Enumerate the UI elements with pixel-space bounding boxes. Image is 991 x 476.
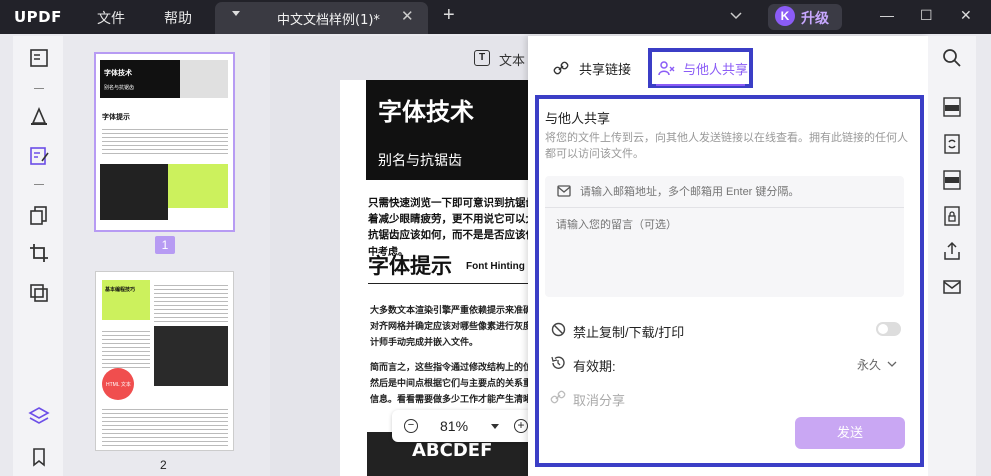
page-thumbnail-2[interactable]: 基本编程技巧 HTML 文本 [95, 271, 234, 451]
thumb-heading: 字体提示 [102, 114, 130, 121]
title-bar [0, 0, 991, 34]
expiry-label: 有效期: [573, 359, 616, 374]
text-tool-label[interactable]: 文本 [499, 50, 525, 69]
doc-section-heading: 字体提示 [368, 254, 452, 278]
protect-icon[interactable] [941, 205, 963, 227]
page-number: 2 [160, 458, 167, 472]
doc-divider [368, 283, 540, 284]
reader-icon[interactable] [28, 47, 50, 69]
history-icon [551, 356, 565, 369]
doc-subheading: 别名与抗锯齿 [378, 153, 462, 169]
doc-text-line: 大多数文本渲染引擎严重依赖提示来准确确定 [370, 306, 551, 316]
thumb-photo [100, 164, 168, 220]
doc-paragraph-line: 抗锯齿应该如何，而不是是否应该使用 [368, 229, 547, 241]
app-logo: UPDF [14, 8, 62, 26]
doc-paragraph-line: 只需快速浏览一下即可意识到抗锯齿有 [368, 197, 547, 209]
organize-pages-icon[interactable] [28, 204, 50, 226]
share-user-icon [658, 61, 675, 76]
upgrade-label: 升级 [801, 10, 829, 26]
chevron-down-icon[interactable] [729, 9, 743, 23]
doc-text-line: 然后是中间点根据它们与主要点的关系重新定 [370, 379, 551, 389]
convert-icon[interactable] [941, 133, 963, 155]
input-divider [545, 207, 904, 208]
doc-heading: 字体技术 [378, 98, 474, 126]
thumb-text-lines [102, 126, 228, 156]
edit-pdf-icon[interactable] [28, 145, 50, 167]
thumb-title-block [100, 60, 180, 98]
zoom-out-icon[interactable]: − [404, 419, 418, 433]
unlink-icon [550, 390, 566, 404]
toolbar-divider [34, 88, 44, 89]
maximize-icon[interactable]: ☐ [920, 7, 933, 24]
expiry-select[interactable]: 永久 [857, 356, 881, 373]
tab-title: 中文文档样例(1)* [277, 13, 380, 28]
highlighter-icon[interactable] [28, 105, 50, 127]
tab-share-with-others-label: 与他人共享 [683, 62, 749, 77]
tab-dropdown-icon[interactable] [232, 11, 240, 16]
minimize-icon[interactable]: — [880, 7, 894, 23]
tab-close-icon[interactable]: ✕ [401, 7, 414, 25]
zoom-level[interactable]: 81% [440, 418, 468, 434]
thumb-subtitle: 别名与抗锯齿 [104, 85, 135, 91]
thumb-image [180, 60, 228, 98]
message-input[interactable] [556, 219, 886, 231]
send-button[interactable]: 发送 [795, 417, 905, 449]
crop-icon[interactable] [28, 242, 50, 264]
share-icon[interactable] [941, 240, 963, 262]
mail-icon [557, 185, 571, 197]
window-close-icon[interactable]: ✕ [960, 7, 972, 24]
page-thumbnail-1[interactable]: 字体技术 别名与抗锯齿 字体提示 [94, 52, 235, 232]
thumb-photo [154, 326, 228, 386]
zoom-dropdown-icon[interactable] [491, 424, 499, 429]
new-tab-icon[interactable]: + [443, 4, 455, 27]
email-icon[interactable] [941, 276, 963, 298]
share-description: 将您的文件上传到云，向其他人发送链接以在线查看。拥有此链接的任何人都可以访问该文… [545, 132, 908, 160]
cancel-share-button[interactable]: 取消分享 [573, 390, 625, 409]
doc-photo-text: ABCDEF [412, 440, 493, 461]
zoom-in-icon[interactable]: + [514, 419, 528, 433]
layers-icon[interactable] [28, 405, 50, 427]
avatar[interactable]: K [775, 6, 795, 26]
thumb-green-box [168, 164, 228, 208]
menu-file[interactable]: 文件 [97, 8, 125, 28]
menu-help[interactable]: 帮助 [164, 8, 192, 28]
thumb-title: 字体技术 [104, 70, 132, 77]
thumb-title: 基本编程技巧 [105, 287, 136, 293]
text-tool-icon[interactable]: T [474, 50, 490, 66]
email-input[interactable] [580, 186, 890, 198]
doc-section-heading-en: Font Hinting [466, 261, 525, 272]
toolbar-divider [34, 184, 44, 185]
thumb-text-lines [102, 406, 228, 446]
page-number-badge: 1 [155, 236, 175, 254]
doc-text-line: 对齐网格并确定应该对哪些像素进行灰度化。 [370, 322, 551, 332]
disable-copy-label: 禁止复制/下载/打印 [573, 325, 685, 340]
search-icon[interactable] [941, 47, 963, 69]
doc-text-line: 计师手动完成并嵌入文件。 [370, 338, 479, 348]
ocr-icon[interactable] [941, 96, 963, 118]
thumb-circle-label: HTML 文本 [106, 382, 131, 388]
doc-text-line: 简而言之，这些指令通过修改结构上的位置来 [370, 363, 551, 373]
chevron-down-icon[interactable] [886, 359, 898, 369]
toggle-knob [878, 324, 888, 334]
active-tab-indicator [656, 84, 745, 86]
share-title: 与他人共享 [545, 111, 611, 126]
no-copy-icon [551, 322, 566, 337]
pdfa-icon[interactable] [941, 169, 963, 191]
link-icon [553, 61, 569, 75]
doc-text-line: 信息。看看需要做多少工作才能产生清晰的节 [370, 395, 551, 405]
tab-share-link[interactable]: 共享链接 [579, 59, 631, 78]
app-logo-text: UPDF [14, 8, 62, 26]
bookmark-icon[interactable] [28, 446, 50, 468]
thumb-text-lines [154, 282, 228, 322]
batch-icon[interactable] [28, 282, 50, 304]
doc-paragraph-line: 着减少眼睛疲劳，更不用说它可以大量 [368, 213, 547, 225]
thumb-text-lines [102, 328, 150, 368]
